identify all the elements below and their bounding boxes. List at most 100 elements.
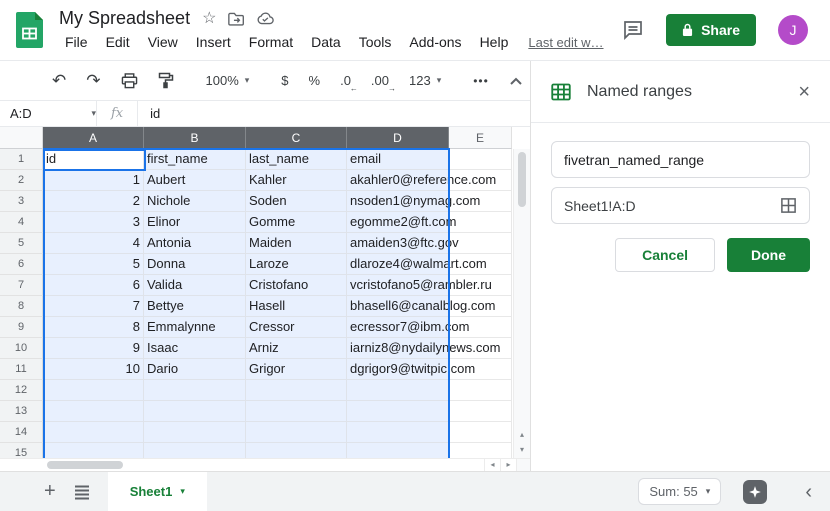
cell-C10[interactable]: Arniz [246, 338, 347, 359]
cell-B12[interactable] [144, 380, 246, 401]
cell-A15[interactable] [43, 443, 144, 458]
cell-D12[interactable] [347, 380, 449, 401]
cell-B14[interactable] [144, 422, 246, 443]
scroll-right-icon[interactable]: ▸ [500, 459, 516, 471]
cell-B15[interactable] [144, 443, 246, 458]
cell-B11[interactable]: Dario [144, 359, 246, 380]
cell-D11[interactable]: dgrigor9@twitpic.com [347, 359, 449, 380]
menu-edit[interactable]: Edit [100, 32, 136, 52]
cell-B6[interactable]: Donna [144, 254, 246, 275]
cell-D2[interactable]: akahler0@reference.com [347, 170, 449, 191]
cell-D14[interactable] [347, 422, 449, 443]
cell-B9[interactable]: Emmalynne [144, 317, 246, 338]
cell-A6[interactable]: 5 [43, 254, 144, 275]
cell-E6[interactable] [449, 254, 512, 275]
cell-E1[interactable] [449, 149, 512, 170]
add-sheet-icon[interactable]: + [44, 480, 56, 503]
format-currency-button[interactable]: $ [281, 73, 288, 88]
menu-format[interactable]: Format [243, 32, 299, 52]
cell-E12[interactable] [449, 380, 512, 401]
cell-A12[interactable] [43, 380, 144, 401]
cell-D15[interactable] [347, 443, 449, 458]
cloud-status-icon[interactable] [257, 12, 274, 25]
column-header-A[interactable]: A [43, 127, 144, 149]
menu-insert[interactable]: Insert [190, 32, 237, 52]
cell-E5[interactable] [449, 233, 512, 254]
cell-A9[interactable]: 8 [43, 317, 144, 338]
cell-D9[interactable]: ecressor7@ibm.com [347, 317, 449, 338]
column-header-B[interactable]: B [144, 127, 246, 149]
column-header-C[interactable]: C [246, 127, 347, 149]
cell-C2[interactable]: Kahler [246, 170, 347, 191]
paint-format-icon[interactable] [158, 72, 174, 89]
column-header-E[interactable]: E [449, 127, 512, 149]
row-header-10[interactable]: 10 [0, 338, 43, 359]
select-data-range-icon[interactable] [780, 197, 797, 214]
horizontal-scrollbar-thumb[interactable] [47, 461, 123, 469]
sheet-tab[interactable]: Sheet1 ▾ [108, 472, 207, 511]
cell-E9[interactable] [449, 317, 512, 338]
cell-C13[interactable] [246, 401, 347, 422]
cell-A4[interactable]: 3 [43, 212, 144, 233]
row-header-3[interactable]: 3 [0, 191, 43, 212]
cell-E2[interactable] [449, 170, 512, 191]
close-icon[interactable]: × [798, 82, 810, 102]
scroll-up-icon[interactable]: ▴ [514, 428, 530, 442]
cell-D10[interactable]: iarniz8@nydailynews.com [347, 338, 449, 359]
undo-icon[interactable]: ↶ [52, 72, 66, 89]
menu-tools[interactable]: Tools [353, 32, 398, 52]
cell-C9[interactable]: Cressor [246, 317, 347, 338]
cell-B2[interactable]: Aubert [144, 170, 246, 191]
menu-add-ons[interactable]: Add-ons [403, 32, 467, 52]
row-header-15[interactable]: 15 [0, 443, 43, 458]
cell-D5[interactable]: amaiden3@ftc.gov [347, 233, 449, 254]
cell-C4[interactable]: Gomme [246, 212, 347, 233]
menu-file[interactable]: File [59, 32, 94, 52]
cell-C6[interactable]: Laroze [246, 254, 347, 275]
cell-C15[interactable] [246, 443, 347, 458]
number-format-button[interactable]: 123 ▾ [409, 73, 441, 88]
sheets-logo-icon[interactable] [16, 12, 43, 48]
cell-C11[interactable]: Grigor [246, 359, 347, 380]
range-name-input[interactable] [564, 152, 797, 168]
cell-E15[interactable] [449, 443, 512, 458]
cell-D4[interactable]: egomme2@ft.com [347, 212, 449, 233]
cell-A1[interactable]: id [43, 149, 144, 170]
cell-B7[interactable]: Valida [144, 275, 246, 296]
more-toolbar-button[interactable]: ••• [473, 74, 489, 88]
star-icon[interactable]: ☆ [202, 11, 216, 27]
cell-E7[interactable] [449, 275, 512, 296]
comment-icon[interactable] [622, 19, 644, 41]
decrease-decimal-button[interactable]: .0 ← [340, 73, 351, 88]
row-header-8[interactable]: 8 [0, 296, 43, 317]
cell-B1[interactable]: first_name [144, 149, 246, 170]
cell-B4[interactable]: Elinor [144, 212, 246, 233]
cell-C8[interactable]: Hasell [246, 296, 347, 317]
row-header-7[interactable]: 7 [0, 275, 43, 296]
cell-A11[interactable]: 10 [43, 359, 144, 380]
cell-D1[interactable]: email [347, 149, 449, 170]
zoom-selector[interactable]: 100% ▾ [206, 73, 250, 88]
document-title[interactable]: My Spreadsheet [59, 8, 190, 29]
cell-E11[interactable] [449, 359, 512, 380]
collapse-toolbar-icon[interactable] [509, 76, 523, 86]
increase-decimal-button[interactable]: .00 → [371, 73, 389, 88]
sum-dropdown[interactable]: Sum: 55 ▾ [638, 478, 721, 505]
scroll-down-icon[interactable]: ▾ [514, 443, 530, 457]
cell-B10[interactable]: Isaac [144, 338, 246, 359]
column-header-D[interactable]: D [347, 127, 449, 149]
row-header-5[interactable]: 5 [0, 233, 43, 254]
cell-C7[interactable]: Cristofano [246, 275, 347, 296]
cell-B5[interactable]: Antonia [144, 233, 246, 254]
row-header-12[interactable]: 12 [0, 380, 43, 401]
explore-button[interactable] [743, 480, 767, 504]
cell-D13[interactable] [347, 401, 449, 422]
cell-B8[interactable]: Bettye [144, 296, 246, 317]
horizontal-scrollbar[interactable]: ◂ ▸ [0, 458, 530, 471]
cell-D7[interactable]: vcristofano5@rambler.ru [347, 275, 449, 296]
row-header-6[interactable]: 6 [0, 254, 43, 275]
cell-E10[interactable] [449, 338, 512, 359]
name-box[interactable]: A:D ▾ [0, 101, 96, 126]
row-header-11[interactable]: 11 [0, 359, 43, 380]
cell-A3[interactable]: 2 [43, 191, 144, 212]
